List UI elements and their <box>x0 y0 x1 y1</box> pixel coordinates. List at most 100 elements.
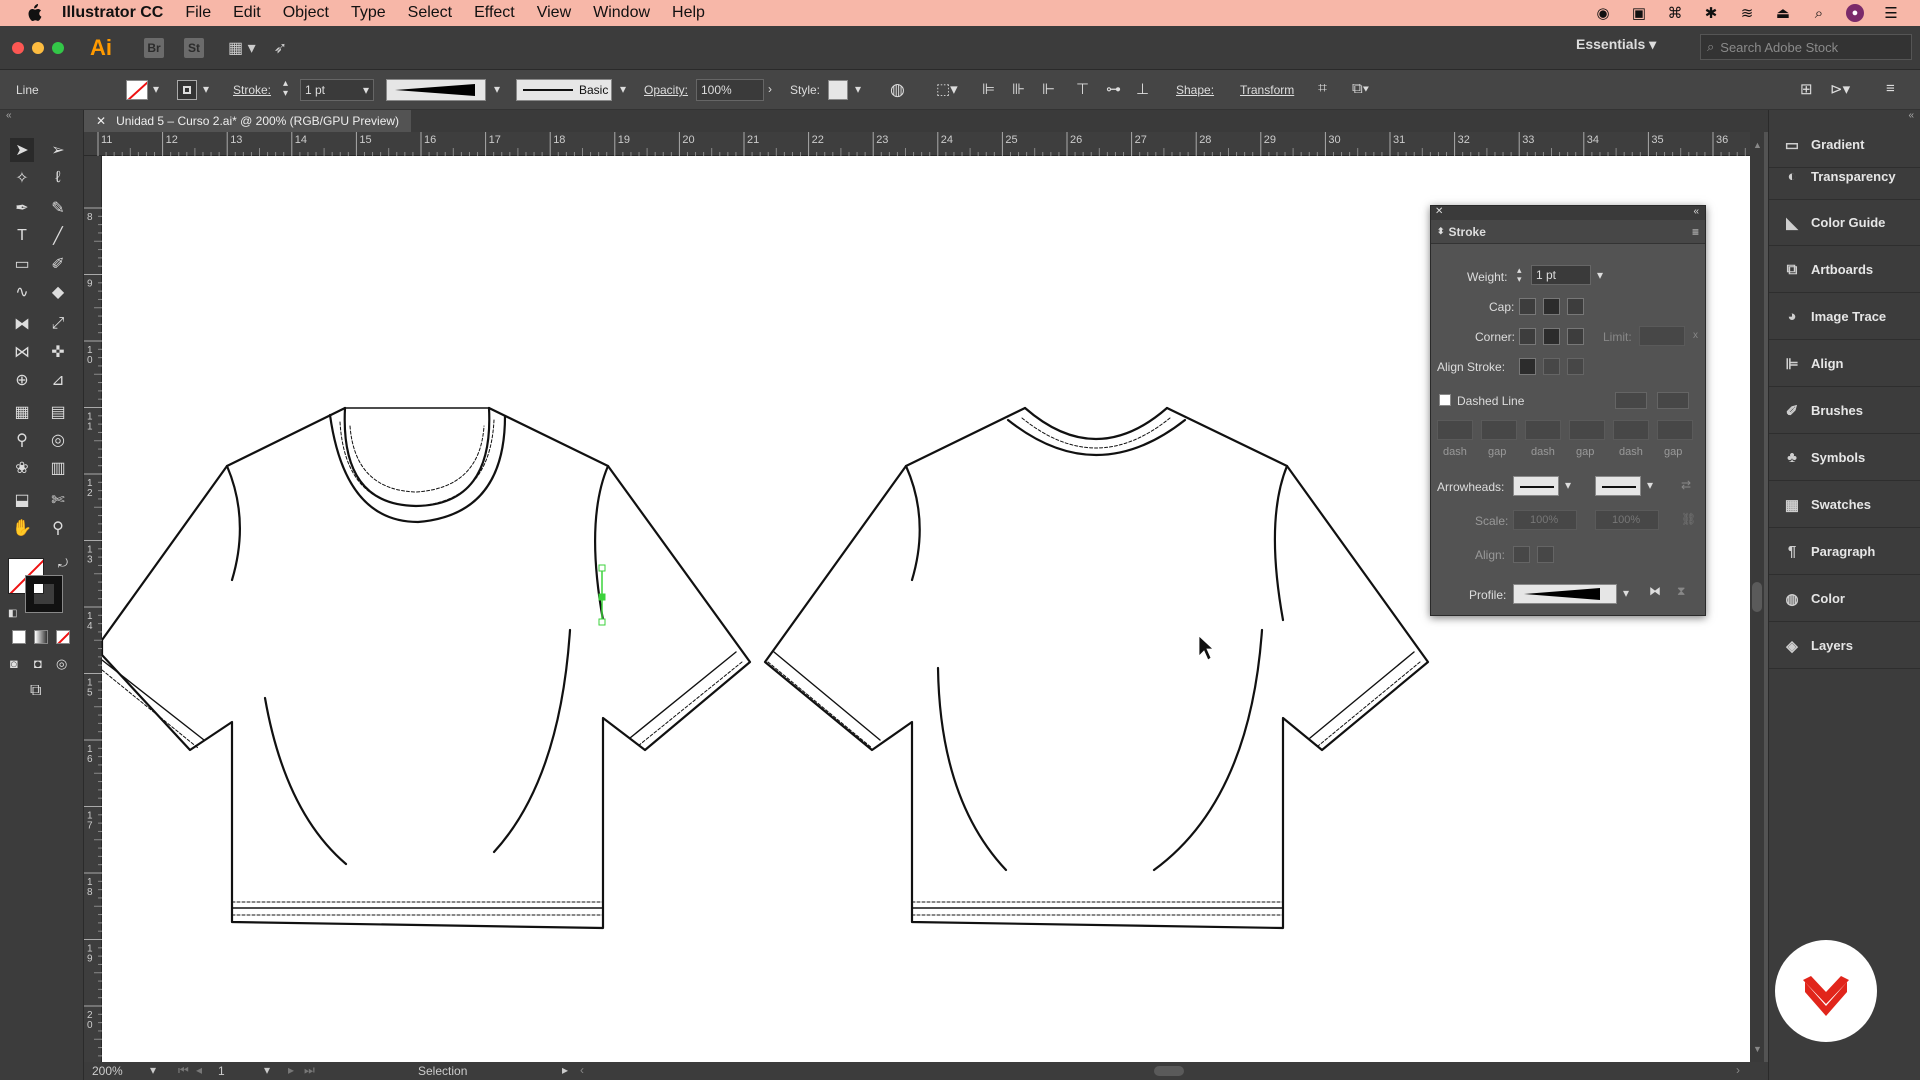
start-scale-field[interactable]: 100% <box>1513 510 1577 530</box>
round-join-icon[interactable] <box>1543 328 1560 345</box>
curvature-tool-icon[interactable]: ✎ <box>46 196 70 220</box>
butt-cap-icon[interactable] <box>1519 298 1536 315</box>
adobe-stock-search[interactable]: ⌕ Search Adobe Stock <box>1700 34 1912 60</box>
workspace-switcher[interactable]: Essentials ▾ <box>1576 36 1656 53</box>
gradient-mode-icon[interactable] <box>34 630 48 644</box>
style-dropdown-icon[interactable]: ▾ <box>855 82 861 96</box>
scroll-left-icon[interactable]: ‹ <box>580 1063 584 1077</box>
close-window-button[interactable] <box>12 41 24 54</box>
dock-color-guide[interactable]: ◣ Color Guide <box>1769 200 1920 246</box>
end-arrowhead-dropdown-icon[interactable]: ▾ <box>1647 478 1653 492</box>
tshirt-front-drawing[interactable] <box>100 406 752 930</box>
dash-field-3[interactable] <box>1613 420 1649 440</box>
expand-panels-icon[interactable]: « <box>1908 110 1914 121</box>
scroll-down-icon[interactable]: ▼ <box>1753 1044 1762 1054</box>
stock-button[interactable]: St <box>184 37 204 58</box>
arrow-tip-beyond-icon[interactable] <box>1513 546 1530 563</box>
stroke-dropdown-icon[interactable]: ▾ <box>203 82 209 96</box>
scroll-right-icon[interactable]: › <box>1736 1063 1740 1077</box>
zoom-tool-icon[interactable]: ⚲ <box>46 516 70 540</box>
tshirt-back-drawing[interactable] <box>763 406 1430 930</box>
user-avatar-icon[interactable]: ● <box>1846 4 1864 22</box>
align-bottom-icon[interactable]: ⊥ <box>1136 80 1149 98</box>
paintbrush-tool-icon[interactable]: ✐ <box>46 252 70 276</box>
bevel-join-icon[interactable] <box>1567 328 1584 345</box>
dock-align[interactable]: ⊫ Align <box>1769 341 1920 387</box>
next-artboard-icon[interactable]: ▸ <box>288 1063 294 1077</box>
dock-symbols[interactable]: ♣ Symbols <box>1769 435 1920 481</box>
dock-swatches[interactable]: ▦ Swatches <box>1769 482 1920 528</box>
fill-swatch[interactable] <box>126 80 148 100</box>
menu-view[interactable]: View <box>537 4 571 22</box>
stroke-weight-field[interactable]: 1 pt ▾ <box>300 79 374 101</box>
blend-tool-icon[interactable]: ◎ <box>46 428 70 452</box>
dash-field-2[interactable] <box>1525 420 1561 440</box>
eject-icon[interactable]: ⏏ <box>1774 4 1792 22</box>
zoom-level[interactable]: 200% <box>92 1064 123 1078</box>
artboard-number[interactable]: 1 <box>218 1064 225 1078</box>
gradient-tool-icon[interactable]: ▤ <box>46 400 70 424</box>
end-scale-field[interactable]: 100% <box>1595 510 1659 530</box>
dash-preserve-icon[interactable] <box>1615 392 1647 409</box>
stroke-weight-stepper[interactable]: ▴ ▾ <box>283 79 288 99</box>
vertical-scrollbar[interactable]: ▲ ▼ <box>1750 132 1764 1062</box>
scroll-up-icon[interactable]: ▲ <box>1753 140 1762 150</box>
lasso-tool-icon[interactable]: ℓ <box>46 166 70 190</box>
stroke-swatch[interactable] <box>177 80 197 100</box>
bluetooth-icon[interactable]: ✱ <box>1702 4 1720 22</box>
dash-align-icon[interactable] <box>1657 392 1689 409</box>
symbol-sprayer-tool-icon[interactable]: ❀ <box>10 456 34 480</box>
align-stroke-center-icon[interactable] <box>1519 358 1536 375</box>
artboard-dropdown-icon[interactable]: ▾ <box>264 1063 270 1077</box>
column-graph-tool-icon[interactable]: ▥ <box>46 456 70 480</box>
minimize-window-button[interactable] <box>32 41 44 54</box>
flip-along-icon[interactable]: ⧓ <box>1649 584 1661 598</box>
swap-colors-icon[interactable]: ⤾ <box>58 556 68 571</box>
arrange-documents-icon[interactable]: ▦ ▾ <box>228 38 256 58</box>
menu-object[interactable]: Object <box>283 4 329 22</box>
shaper-tool-icon[interactable]: ∿ <box>10 280 34 304</box>
vertical-ruler[interactable]: 891011121314151617181920 <box>84 156 102 1065</box>
dock-transparency[interactable]: ◐ Transparency <box>1769 154 1920 200</box>
fill-dropdown-icon[interactable]: ▾ <box>153 82 159 96</box>
shape-label[interactable]: Shape: <box>1176 83 1214 97</box>
dash-field-1[interactable] <box>1437 420 1473 440</box>
weight-dropdown-icon[interactable]: ▾ <box>1597 268 1603 282</box>
menu-window[interactable]: Window <box>593 4 650 22</box>
dock-brushes[interactable]: ✐ Brushes <box>1769 388 1920 434</box>
default-colors-icon[interactable]: ◧ <box>8 608 17 619</box>
dock-layers[interactable]: ◈ Layers <box>1769 623 1920 669</box>
prev-artboard-icon[interactable]: ◂ <box>196 1063 202 1077</box>
none-mode-icon[interactable] <box>56 630 70 644</box>
direct-selection-tool-icon[interactable]: ➢ <box>46 138 70 162</box>
last-artboard-icon[interactable]: ⏭ <box>304 1063 315 1078</box>
draw-behind-icon[interactable]: ◘ <box>34 656 42 671</box>
puppet-warp-tool-icon[interactable]: ✜ <box>46 340 70 364</box>
horizontal-ruler[interactable]: 11 12 13 14 15 16 17 18 19 20 21 22 23 24 25 26 27 28 29 30… <box>84 132 1771 156</box>
weight-stepper[interactable]: ▴ ▾ <box>1517 266 1522 284</box>
mesh-tool-icon[interactable]: ▦ <box>10 400 34 424</box>
projecting-cap-icon[interactable] <box>1567 298 1584 315</box>
line-segment-tool-icon[interactable]: ╱ <box>46 224 70 248</box>
opacity-arrow-icon[interactable]: › <box>768 82 772 96</box>
isolate-icon[interactable]: ⌗ <box>1318 80 1327 98</box>
panel-expand-icon[interactable]: ⬍ <box>1437 226 1445 237</box>
align-left-icon[interactable]: ⊫ <box>982 80 995 98</box>
bridge-button[interactable]: Br <box>144 37 164 58</box>
align-center-icon[interactable]: ⊪ <box>1012 80 1025 98</box>
close-tab-icon[interactable]: ✕ <box>96 114 106 128</box>
opacity-label[interactable]: Opacity: <box>644 83 688 97</box>
hand-tool-icon[interactable]: ✋ <box>10 516 34 540</box>
flip-across-icon[interactable]: ⧗ <box>1677 584 1685 599</box>
dock-paragraph[interactable]: ¶ Paragraph <box>1769 529 1920 575</box>
recolor-artwork-icon[interactable]: ◍ <box>890 80 905 100</box>
selected-path-handles[interactable] <box>598 564 606 626</box>
type-tool-icon[interactable]: T <box>10 224 34 248</box>
spotlight-search-icon[interactable]: ⌕ <box>1810 4 1828 22</box>
panel-toggle-icon[interactable]: ⊳▾ <box>1830 80 1850 98</box>
menu-type[interactable]: Type <box>351 4 386 22</box>
eyedropper-tool-icon[interactable]: ⚲ <box>10 428 34 452</box>
rectangle-tool-icon[interactable]: ▭ <box>10 252 34 276</box>
artboard-tool-icon[interactable]: ⬓ <box>10 488 34 512</box>
end-arrowhead-select[interactable] <box>1595 476 1641 496</box>
